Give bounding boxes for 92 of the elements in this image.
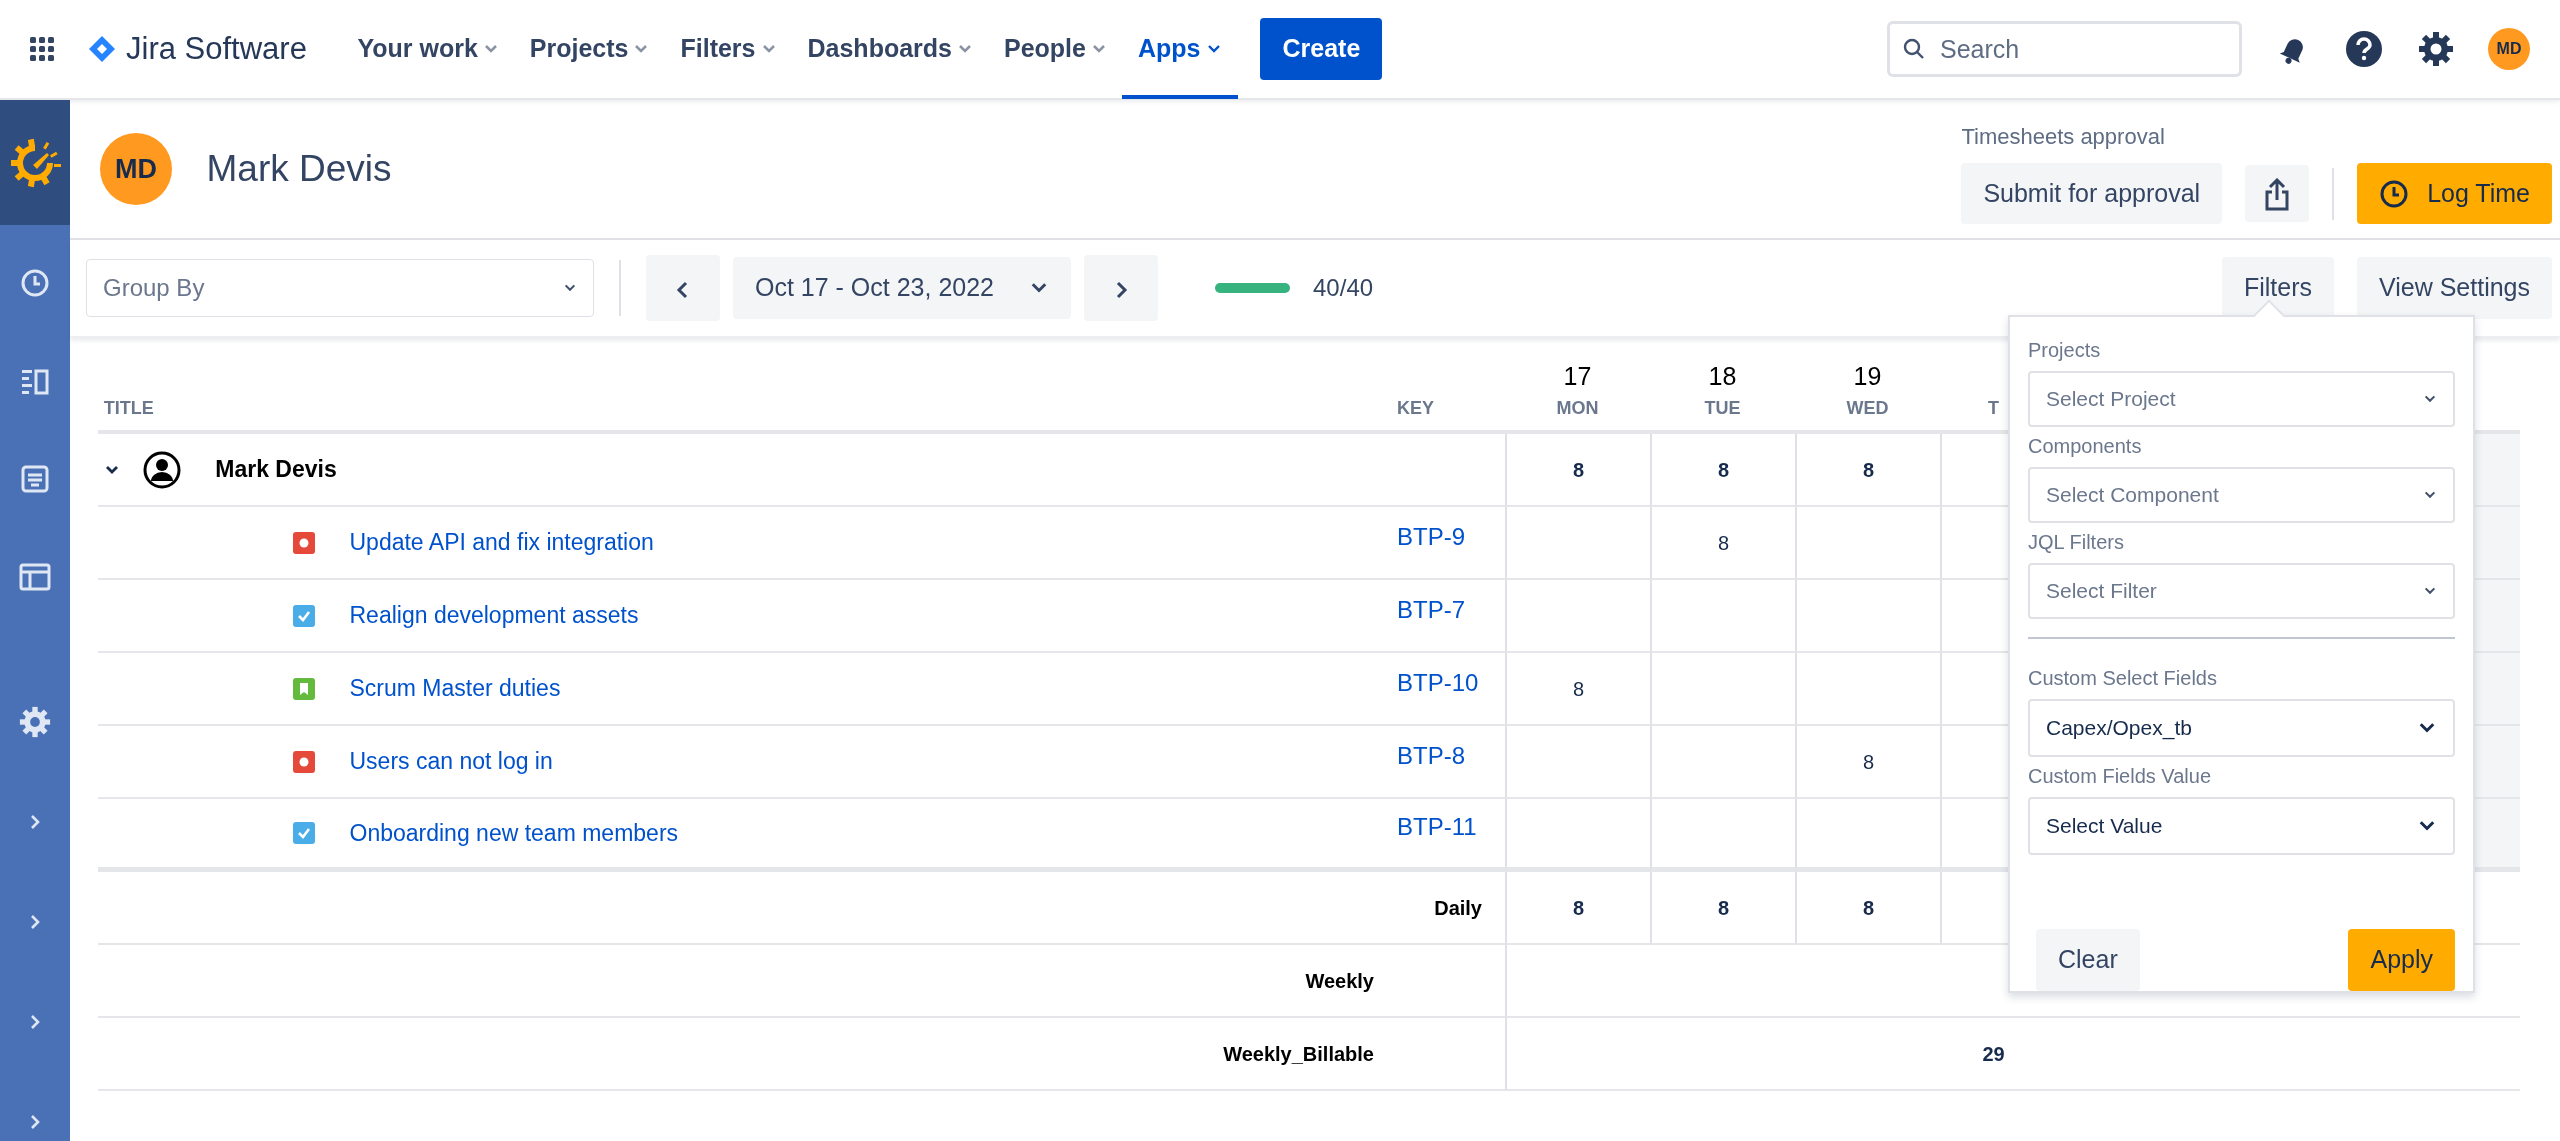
chevron-right-icon[interactable]: [28, 1113, 42, 1131]
app-grid-icon[interactable]: [30, 37, 54, 61]
share-icon: [2263, 178, 2292, 213]
caret-icon: [958, 44, 972, 54]
view-settings-button[interactable]: View Settings: [2357, 257, 2552, 319]
issue-title[interactable]: Scrum Master duties: [349, 671, 561, 706]
day-number: 17: [1563, 360, 1592, 392]
create-button[interactable]: Create: [1260, 18, 1383, 80]
issue-key[interactable]: BTP-10: [1397, 664, 1479, 701]
day-name: T: [1988, 397, 1999, 420]
chevron-right-icon[interactable]: [28, 813, 42, 831]
select-field[interactable]: Select Value: [2028, 797, 2455, 855]
checkbox-icon: [293, 604, 315, 627]
nav-menu[interactable]: People: [988, 0, 1122, 99]
nav-menu[interactable]: Your work: [341, 0, 514, 99]
day-name: TUE: [1704, 397, 1741, 420]
submit-button[interactable]: Submit for approval: [1961, 162, 2223, 225]
caret-icon: [761, 44, 776, 54]
clock-icon[interactable]: [20, 268, 50, 298]
logo-icon: [88, 36, 115, 62]
table-cell: 8: [1795, 434, 1940, 507]
progress-reading: 40/40: [1313, 273, 1374, 303]
user-name: Mark Devis: [206, 147, 392, 192]
clock-icon: [2379, 178, 2410, 209]
nav-menu[interactable]: Dashboards: [791, 0, 988, 99]
day-number: 19: [1853, 360, 1882, 392]
chevron-right-icon[interactable]: [28, 913, 42, 931]
issue-title[interactable]: Onboarding new team members: [349, 815, 679, 851]
day-name: MON: [1556, 397, 1599, 420]
day-name: WED: [1846, 397, 1889, 420]
field-label: Components: [2028, 434, 2143, 459]
group-name: Mark Devis: [215, 455, 337, 485]
issue-key[interactable]: BTP-7: [1397, 591, 1465, 628]
field-label: Projects: [2028, 338, 2102, 363]
row-label: Weekly_Billable: [1223, 1041, 1374, 1067]
row-label: Daily: [1434, 895, 1482, 921]
bug-icon: [293, 531, 315, 554]
nav-menu[interactable]: Filters: [664, 0, 792, 99]
issue-title[interactable]: Realign development assets: [349, 598, 639, 633]
date-range-dropdown[interactable]: Oct 17 - Oct 23, 2022: [733, 257, 1071, 319]
group-by-select[interactable]: Group By: [86, 259, 594, 317]
select-field[interactable]: Select Project: [2028, 371, 2455, 427]
table-cell: 8: [1505, 653, 1650, 726]
nav-menu[interactable]: Projects: [513, 0, 665, 99]
issue-key[interactable]: BTP-8: [1397, 737, 1465, 774]
checkbox-icon: [293, 822, 315, 844]
table-cell: 8: [1795, 872, 1940, 945]
table-cell: 8: [1650, 872, 1795, 945]
issue-title[interactable]: Users can not log in: [349, 744, 553, 779]
log-time-button[interactable]: Log Time: [2357, 162, 2552, 225]
clear-button[interactable]: Clear: [2036, 929, 2140, 991]
user-icon: [142, 450, 181, 489]
field-label: Custom Select Fields: [2028, 666, 2218, 691]
settings-icon[interactable]: [2417, 31, 2454, 67]
select-field[interactable]: Capex/Opex_tb: [2028, 699, 2455, 757]
bookmark-icon: [293, 677, 315, 700]
caret-icon: [634, 44, 649, 54]
table-cell: 8: [1795, 726, 1940, 799]
user-avatar[interactable]: MD: [2488, 28, 2530, 70]
field-label: JQL Filters: [2028, 530, 2125, 555]
layout-icon[interactable]: [19, 563, 51, 591]
issue-key[interactable]: BTP-11: [1397, 809, 1477, 845]
caret-icon: [1091, 44, 1106, 54]
issue-key[interactable]: BTP-9: [1397, 518, 1465, 555]
help-icon[interactable]: [2345, 30, 2383, 68]
weekly-total: 29: [1982, 1041, 2005, 1067]
bug-icon: [293, 750, 315, 773]
chevron-right-icon[interactable]: [28, 1013, 42, 1031]
table-cell: 8: [1650, 434, 1795, 507]
issue-title[interactable]: Update API and fix integration: [349, 525, 654, 560]
document-icon[interactable]: [20, 464, 50, 494]
table-cell: 8: [1505, 872, 1650, 945]
row-label: Weekly: [1305, 968, 1374, 994]
caret-icon: [483, 44, 498, 54]
approval-label: Timesheets approval: [1961, 122, 2166, 151]
field-label: Custom Fields Value: [2028, 764, 2213, 789]
column-header: KEY: [1397, 397, 1435, 420]
gauge-gear-icon[interactable]: [9, 136, 61, 189]
search-icon: [1903, 38, 1925, 60]
table-cell: 8: [1505, 434, 1650, 507]
column-header: TITLE: [103, 397, 155, 420]
select-field[interactable]: Select Component: [2028, 467, 2455, 523]
search-field[interactable]: Search: [1887, 21, 2242, 77]
table-cell: 8: [1650, 507, 1795, 580]
user-avatar: MD: [100, 133, 172, 205]
product-name: Jira Software: [126, 29, 307, 68]
share-button[interactable]: [2245, 164, 2310, 223]
chevron-left-icon: [676, 279, 690, 300]
nav-menu[interactable]: Apps: [1121, 0, 1239, 99]
day-number: 18: [1708, 360, 1737, 392]
apply-button[interactable]: Apply: [2348, 929, 2455, 991]
select-field[interactable]: Select Filter: [2028, 563, 2455, 619]
